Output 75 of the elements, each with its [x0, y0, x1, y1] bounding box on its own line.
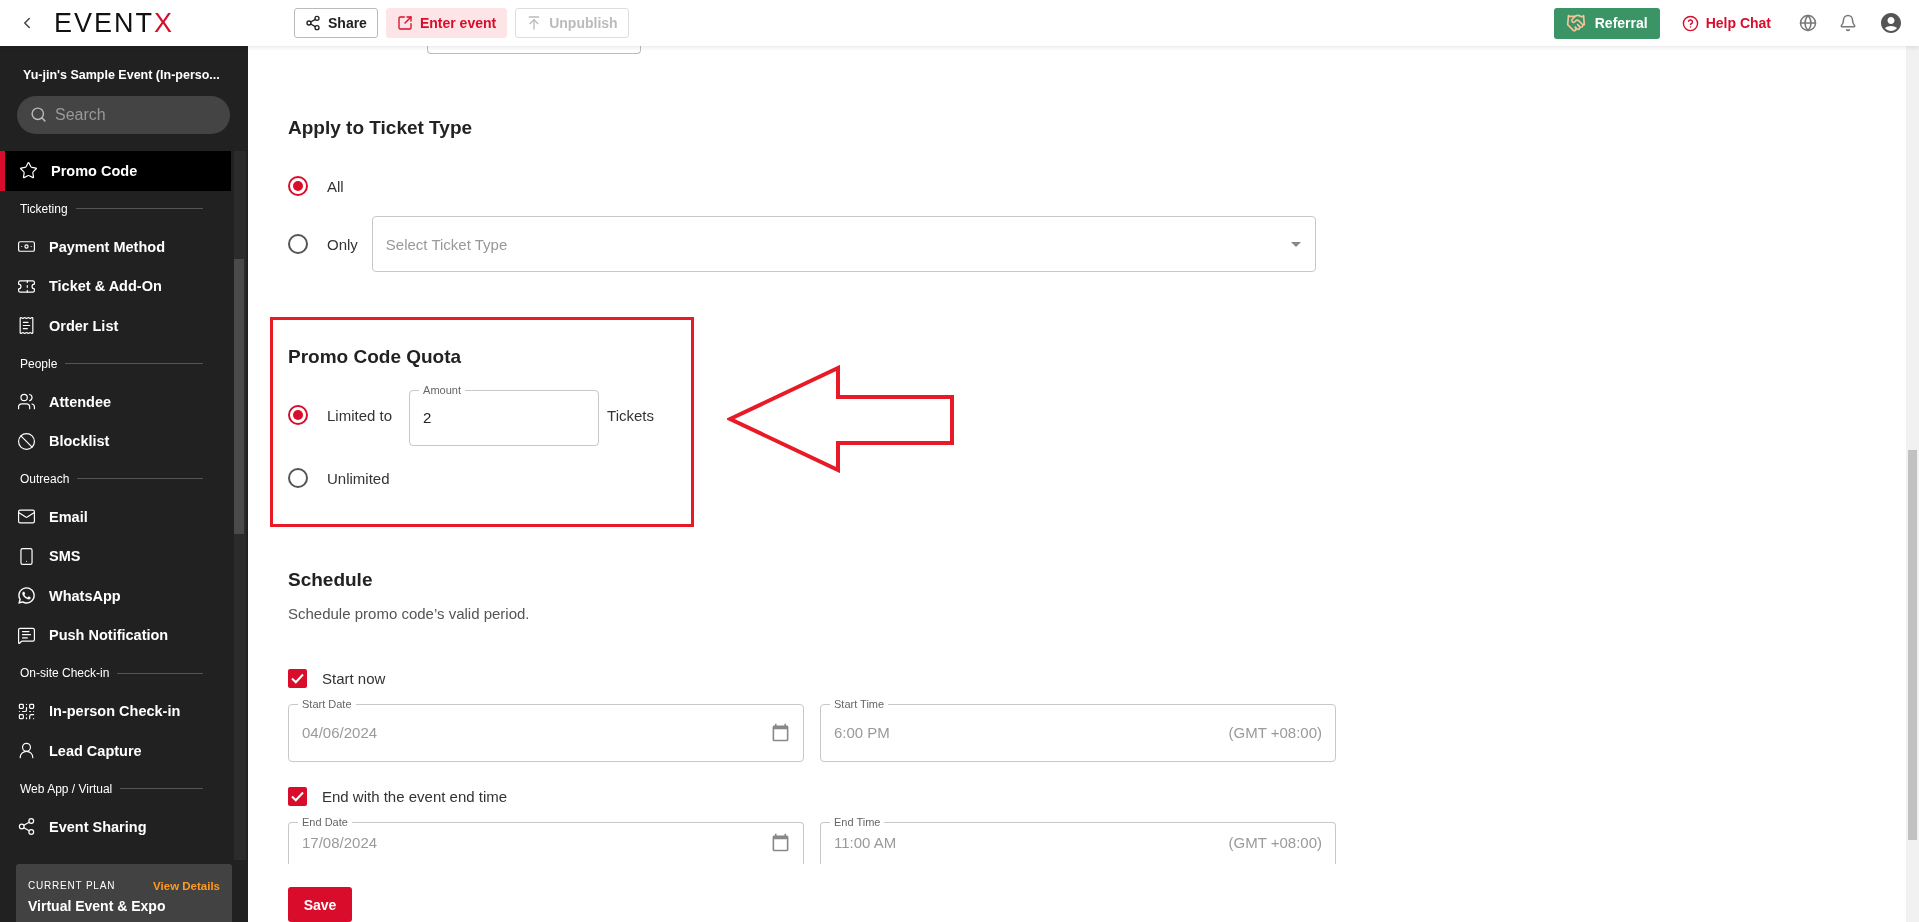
calendar-icon[interactable] — [771, 722, 790, 742]
input-field[interactable] — [427, 46, 641, 54]
save-button[interactable]: Save — [288, 887, 352, 922]
nav-item[interactable]: Order List — [0, 305, 231, 346]
view-details-link[interactable]: View Details — [153, 880, 220, 892]
section-heading: Schedule — [288, 569, 374, 591]
share-icon — [17, 817, 36, 837]
qr-code-icon — [17, 701, 36, 721]
nav-item[interactable]: WhatsApp — [0, 576, 231, 616]
nav-item[interactable]: Promo Code — [0, 151, 231, 191]
unit-label: Tickets — [607, 406, 654, 424]
nav-item[interactable]: Push Notification — [0, 615, 231, 656]
radio-button[interactable] — [288, 468, 308, 488]
section-label: Outreach — [20, 471, 70, 486]
nav-item[interactable]: Event Sharing — [0, 806, 231, 847]
dropdown-caret-icon — [1290, 241, 1301, 247]
scrollbar-thumb[interactable] — [234, 259, 244, 534]
nav-item[interactable]: Payment Method — [0, 226, 231, 267]
time-field[interactable]: End Time 11:00 AM (GMT +08:00) — [820, 816, 1336, 864]
amount-field[interactable]: Amount 2 — [409, 384, 600, 446]
whatsapp-icon — [17, 586, 36, 606]
search-icon — [30, 106, 47, 123]
radio-label: All — [327, 177, 344, 195]
toolbar-button[interactable]: Share — [294, 8, 378, 38]
handshake-icon — [1565, 13, 1586, 33]
checkbox[interactable] — [288, 668, 307, 688]
search-field[interactable]: Search — [17, 96, 230, 134]
star-icon — [19, 161, 38, 181]
checkbox-label: Start now — [322, 669, 386, 687]
nav-item[interactable]: Lead Capture — [0, 731, 231, 771]
date-field[interactable]: End Date 17/08/2024 — [288, 816, 804, 864]
phone-icon — [17, 546, 36, 566]
date-field[interactable]: Start Date 04/06/2024 — [288, 698, 804, 762]
radio-button[interactable] — [288, 234, 308, 254]
event-title: Yu-jin's Sample Event (In-perso... — [22, 67, 221, 84]
section-label: Web App / Virtual — [20, 781, 113, 796]
ban-icon — [17, 431, 36, 451]
section-label: People — [20, 356, 58, 371]
share-icon — [305, 15, 321, 31]
logo: EVENTX — [54, 7, 176, 39]
person-icon — [17, 741, 36, 761]
section-heading: Promo Code Quota — [288, 346, 463, 368]
nav-item[interactable]: Blocklist — [0, 421, 231, 461]
plan-name: Virtual Event & Expo — [28, 898, 167, 914]
section-label: On-site Check-in — [20, 666, 110, 681]
plan-caption: CURRENT PLAN — [28, 880, 116, 892]
help-chat-button[interactable]: Help Chat — [1675, 13, 1777, 33]
section-label: Ticketing — [20, 201, 68, 216]
message-icon — [17, 625, 36, 645]
help-icon — [1681, 14, 1699, 32]
nav-item[interactable]: In-person Check-in — [0, 691, 231, 732]
avatar-icon[interactable] — [1879, 11, 1903, 35]
checkbox-label: End with the event end time — [322, 787, 508, 805]
calendar-icon[interactable] — [771, 833, 790, 852]
nav-item[interactable]: Ticket & Add-On — [0, 266, 231, 306]
bell-icon[interactable] — [1839, 14, 1857, 32]
nav-item[interactable]: Attendee — [0, 381, 231, 422]
nav-item[interactable]: SMS — [0, 536, 231, 577]
external-link-icon — [396, 15, 413, 31]
nav-item[interactable]: Email — [0, 497, 231, 537]
radio-label: Unlimited — [327, 469, 390, 487]
time-field[interactable]: Start Time 6:00 PM (GMT +08:00) — [820, 698, 1336, 762]
radio-button[interactable] — [288, 405, 308, 425]
scrollbar-thumb[interactable] — [1908, 450, 1917, 840]
receipt-icon — [17, 316, 36, 336]
radio-button[interactable] — [288, 176, 308, 196]
radio-label: Limited to — [327, 406, 393, 424]
people-icon — [17, 392, 36, 412]
toolbar-button[interactable]: Enter event — [385, 8, 508, 38]
referral-button[interactable]: Referral — [1553, 7, 1660, 39]
radio-label: Only — [327, 235, 358, 253]
section-description: Schedule promo code’s valid period. — [288, 605, 531, 622]
section-heading: Apply to Ticket Type — [288, 117, 474, 139]
checkbox[interactable] — [288, 786, 307, 806]
globe-icon[interactable] — [1799, 14, 1817, 32]
